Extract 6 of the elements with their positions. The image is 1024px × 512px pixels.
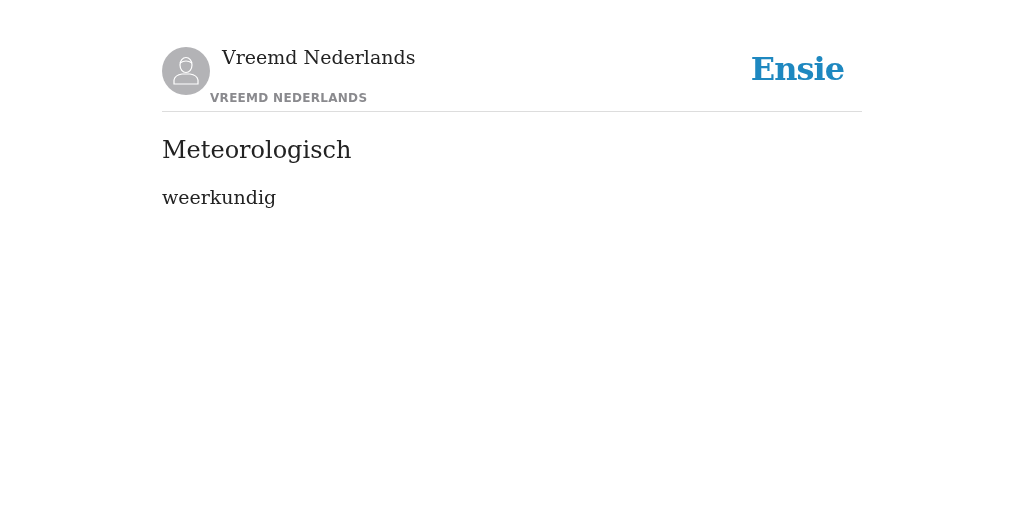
logo[interactable]: Ensie xyxy=(750,50,844,88)
source-label: VREEMD NEDERLANDS xyxy=(210,91,369,105)
author-name[interactable]: Vreemd Nederlands xyxy=(222,45,416,69)
definition-text: weerkundig xyxy=(162,186,278,208)
avatar-icon xyxy=(162,47,210,95)
entry-title: Meteorologisch xyxy=(162,136,353,164)
